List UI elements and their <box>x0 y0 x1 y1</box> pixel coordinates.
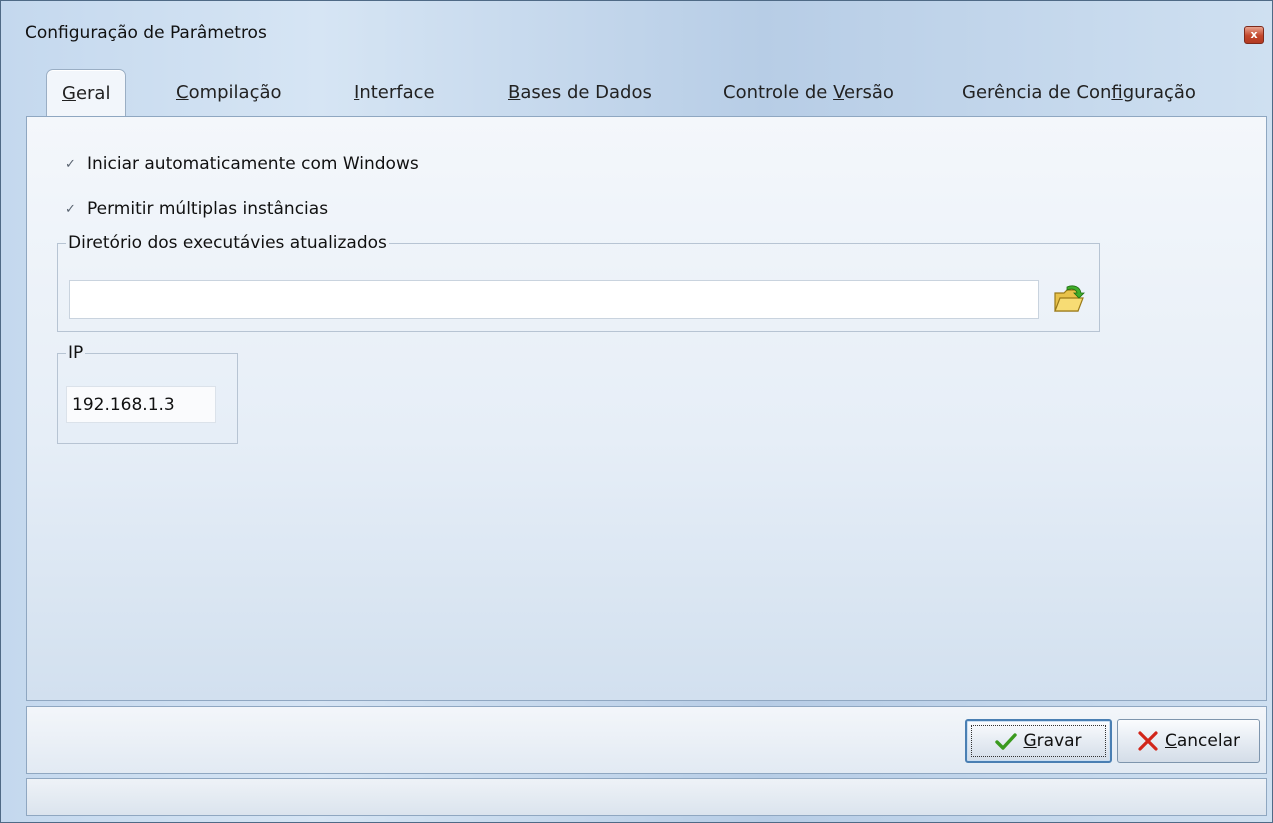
tab-geral[interactable]: Geral <box>46 69 127 117</box>
multi-instance-checkbox[interactable]: ✓ Permitir múltiplas instâncias <box>65 199 328 219</box>
directory-input[interactable] <box>69 280 1039 319</box>
tab-bar: Geral Compilação Interface Bases de Dado… <box>26 69 1267 117</box>
tab-gerencia-de-configuracao[interactable]: Gerência de Configuração <box>962 69 1196 117</box>
folder-open-icon[interactable] <box>1050 281 1088 319</box>
ip-legend: IP <box>68 343 84 363</box>
save-label: Gravar <box>1023 731 1082 751</box>
cancel-label: Cancelar <box>1164 731 1240 751</box>
title-bar[interactable]: Configuração de Parâmetros x <box>1 1 1272 53</box>
tab-panel-geral: ✓ Iniciar automaticamente com Windows ✓ … <box>26 116 1267 701</box>
directory-legend: Diretório dos executávies atualizados <box>68 233 387 253</box>
ip-input[interactable] <box>66 386 216 423</box>
checkbox-check-icon[interactable]: ✓ <box>65 157 79 172</box>
tab-controle-de-versao[interactable]: Controle de Versão <box>723 69 894 117</box>
button-bar: Gravar Cancelar <box>26 706 1267 774</box>
x-icon <box>1138 731 1158 751</box>
window-title: Configuração de Parâmetros <box>25 23 267 43</box>
directory-group: Diretório dos executávies atualizados <box>57 233 1100 332</box>
checkmark-icon <box>995 733 1018 750</box>
checkbox-check-icon[interactable]: ✓ <box>65 202 79 217</box>
status-bar <box>26 778 1267 816</box>
multi-instance-label: Permitir múltiplas instâncias <box>87 199 329 219</box>
save-button[interactable]: Gravar <box>965 719 1112 763</box>
close-button[interactable]: x <box>1244 26 1264 44</box>
tab-bases-de-dados[interactable]: Bases de Dados <box>508 69 652 117</box>
auto-start-checkbox[interactable]: ✓ Iniciar automaticamente com Windows <box>65 154 419 174</box>
tab-compilacao[interactable]: Compilação <box>176 69 282 117</box>
cancel-button[interactable]: Cancelar <box>1117 719 1260 763</box>
tab-interface[interactable]: Interface <box>354 69 435 117</box>
close-icon: x <box>1250 28 1258 41</box>
ip-group: IP <box>57 343 238 444</box>
dialog-window: Configuração de Parâmetros x Geral Compi… <box>0 0 1273 823</box>
auto-start-label: Iniciar automaticamente com Windows <box>87 154 419 174</box>
